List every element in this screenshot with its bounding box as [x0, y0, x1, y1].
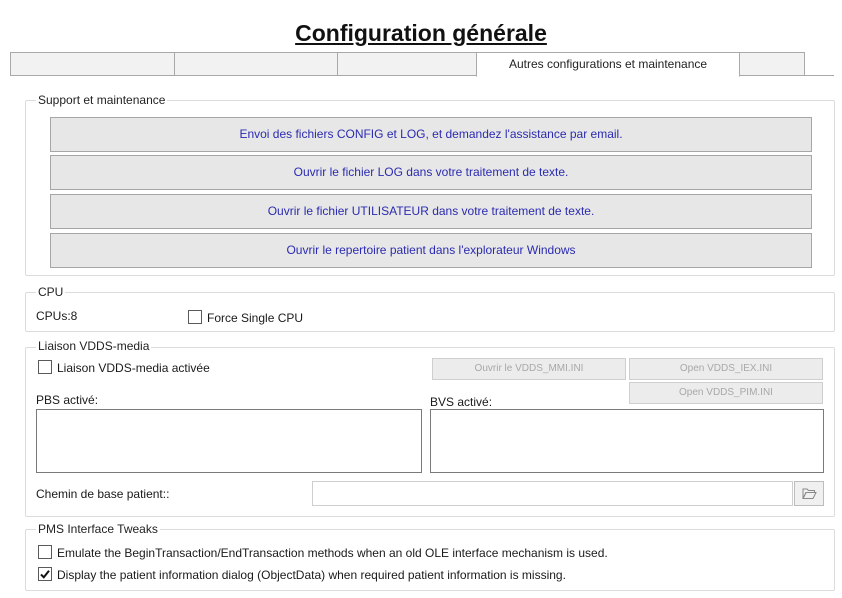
pbs-textarea[interactable] — [36, 409, 422, 473]
cpu-count: CPUs:8 — [36, 309, 78, 323]
tab-autres-configurations[interactable]: Autres configurations et maintenance — [476, 52, 740, 77]
folder-open-icon — [802, 488, 817, 499]
checkmark-icon — [40, 570, 50, 579]
support-group-label: Support et maintenance — [36, 93, 168, 107]
send-config-log-button[interactable]: Envoi des fichiers CONFIG et LOG, et dem… — [50, 117, 812, 152]
emulate-transaction-label: Emulate the BeginTransaction/EndTransact… — [57, 546, 608, 560]
tab-2[interactable] — [174, 52, 338, 76]
pms-group-label: PMS Interface Tweaks — [36, 522, 160, 536]
pbs-label: PBS activé: — [36, 393, 99, 407]
vdds-group-label: Liaison VDDS-media — [36, 339, 152, 353]
page-title: Configuration générale — [295, 20, 547, 46]
vdds-activated-label: Liaison VDDS-media activée — [57, 361, 210, 375]
open-patient-directory-button[interactable]: Ouvrir le repertoire patient dans l'expl… — [50, 233, 812, 268]
cpu-group — [25, 292, 835, 332]
tab-1[interactable] — [10, 52, 175, 76]
display-patient-dialog-label: Display the patient information dialog (… — [57, 568, 566, 582]
tab-bar: Autres configurations et maintenance — [10, 52, 842, 77]
tab-5[interactable] — [739, 52, 805, 76]
chemin-base-patient-input[interactable] — [312, 481, 793, 506]
open-user-file-button[interactable]: Ouvrir le fichier UTILISATEUR dans votre… — [50, 194, 812, 229]
bvs-textarea[interactable] — [430, 409, 824, 473]
emulate-transaction-checkbox[interactable] — [38, 545, 52, 559]
display-patient-dialog-checkbox[interactable] — [38, 567, 52, 581]
open-vdds-iex-button[interactable]: Open VDDS_IEX.INI — [629, 358, 823, 380]
bvs-label: BVS activé: — [430, 395, 493, 409]
vdds-activated-checkbox[interactable] — [38, 360, 52, 374]
cpu-group-label: CPU — [36, 285, 66, 299]
open-vdds-mmi-button[interactable]: Ouvrir le VDDS_MMI.INI — [432, 358, 626, 380]
browse-folder-button[interactable] — [794, 481, 824, 506]
chemin-base-patient-label: Chemin de base patient:: — [36, 487, 170, 501]
tab-3[interactable] — [337, 52, 477, 76]
open-vdds-pim-button[interactable]: Open VDDS_PIM.INI — [629, 382, 823, 404]
force-single-cpu-checkbox[interactable] — [188, 310, 202, 324]
open-log-file-button[interactable]: Ouvrir le fichier LOG dans votre traitem… — [50, 155, 812, 190]
force-single-cpu-label: Force Single CPU — [207, 311, 304, 325]
